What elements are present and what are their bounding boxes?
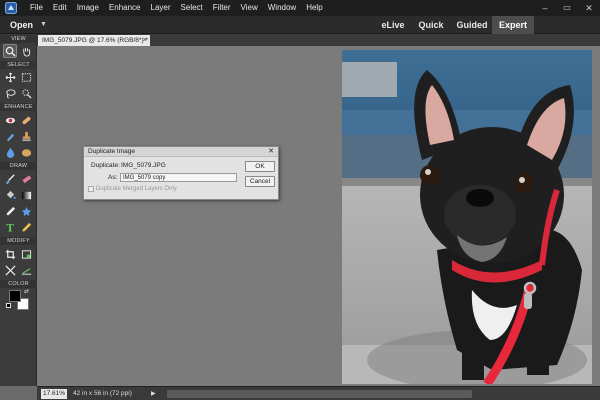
gradient-tool-icon[interactable]: [19, 188, 33, 202]
open-button[interactable]: Open: [10, 16, 33, 34]
tab-expert[interactable]: Expert: [492, 16, 534, 34]
custom-shape-tool-icon[interactable]: [19, 204, 33, 218]
menu-layer[interactable]: Layer: [146, 0, 176, 16]
red-eye-tool-icon[interactable]: [3, 113, 17, 127]
section-select-label: SELECT: [0, 61, 37, 69]
menu-view[interactable]: View: [236, 0, 263, 16]
photoshop-elements-window: File Edit Image Enhance Layer Select Fil…: [0, 0, 600, 400]
dialog-title: Duplicate Image: [88, 148, 135, 155]
brush-tool-icon[interactable]: [3, 172, 17, 186]
app-logo-icon: [3, 1, 19, 15]
section-enhance-label: ENHANCE: [0, 103, 37, 111]
spot-healing-tool-icon[interactable]: [19, 113, 33, 127]
section-draw-label: DRAW: [0, 162, 37, 170]
document-tab[interactable]: IMG_5079.JPG @ 17.6% (RGB/8*) * ×: [38, 35, 150, 46]
menu-window[interactable]: Window: [263, 0, 301, 16]
section-view-label: VIEW: [0, 35, 37, 43]
document-image[interactable]: [342, 50, 592, 384]
paint-bucket-tool-icon[interactable]: [3, 188, 17, 202]
straighten-tool-icon[interactable]: [19, 263, 33, 277]
default-colors-icon[interactable]: [6, 303, 11, 308]
zoom-field[interactable]: 17.61%: [41, 389, 67, 399]
crop-tool-icon[interactable]: [3, 247, 17, 261]
duplicate-value: IMG_5079.JPG: [121, 162, 166, 169]
tab-quick[interactable]: Quick: [414, 16, 448, 34]
dialog-close-icon[interactable]: ✕: [268, 147, 274, 157]
section-modify-label: MODIFY: [0, 237, 37, 245]
section-color-label: COLOR: [0, 280, 37, 288]
marquee-tool-icon[interactable]: [19, 70, 33, 84]
menu-image[interactable]: Image: [72, 0, 104, 16]
status-bar: 17.61% 42 in x 56 in (72 ppi) ▶: [37, 386, 600, 400]
blur-tool-icon[interactable]: [3, 145, 17, 159]
duplicate-label: Duplicate:: [91, 162, 120, 169]
doc-info-menu-icon[interactable]: ▶: [151, 389, 156, 399]
menu-edit[interactable]: Edit: [48, 0, 72, 16]
duplicate-image-dialog: Duplicate Image ✕ Duplicate: IMG_5079.JP…: [83, 146, 279, 200]
sponge-tool-icon[interactable]: [19, 145, 33, 159]
document-info: 42 in x 56 in (72 ppi): [73, 390, 132, 397]
foreground-color-swatch[interactable]: [9, 290, 21, 302]
zoom-tool-icon[interactable]: [3, 44, 17, 58]
clone-stamp-tool-icon[interactable]: [19, 129, 33, 143]
tab-guided[interactable]: Guided: [452, 16, 492, 34]
merged-layers-checkbox[interactable]: [88, 186, 94, 192]
move-tool-icon[interactable]: [3, 70, 17, 84]
content-aware-move-tool-icon[interactable]: [3, 263, 17, 277]
tab-elive[interactable]: eLive: [372, 16, 414, 34]
menu-enhance[interactable]: Enhance: [104, 0, 146, 16]
type-tool-icon[interactable]: T: [3, 220, 17, 234]
cancel-button[interactable]: Cancel: [245, 176, 275, 187]
document-tab-row: IMG_5079.JPG @ 17.6% (RGB/8*) * ×: [37, 34, 600, 46]
toolbox: VIEW SELECT ENHANCE DRAW T MODIFY COLOR …: [0, 34, 37, 386]
menu-bar: File Edit Image Enhance Layer Select Fil…: [0, 0, 600, 16]
horizontal-scrollbar[interactable]: [167, 390, 472, 398]
close-tab-icon[interactable]: ×: [143, 35, 147, 46]
minimize-icon[interactable]: –: [534, 0, 556, 16]
open-dropdown-icon[interactable]: ▼: [40, 16, 47, 34]
as-name-input[interactable]: IMG_5079 copy: [120, 173, 237, 182]
mode-bar: Open ▼ eLive Quick Guided Expert: [0, 16, 600, 34]
eraser-tool-icon[interactable]: [19, 172, 33, 186]
smart-brush-tool-icon[interactable]: [3, 129, 17, 143]
swap-colors-icon[interactable]: ⇄: [24, 288, 29, 295]
menu-file[interactable]: File: [25, 0, 48, 16]
pencil-tool-icon[interactable]: [19, 220, 33, 234]
merged-layers-label: Duplicate Merged Layers Only: [96, 186, 177, 192]
close-window-icon[interactable]: ✕: [578, 0, 600, 16]
menu-select[interactable]: Select: [176, 0, 208, 16]
quick-selection-tool-icon[interactable]: [19, 86, 33, 100]
svg-text:T: T: [6, 223, 14, 232]
maximize-icon[interactable]: ▭: [556, 0, 578, 16]
as-label: As:: [108, 174, 118, 181]
menu-help[interactable]: Help: [301, 0, 327, 16]
dialog-titlebar[interactable]: Duplicate Image ✕: [84, 147, 278, 157]
ok-button[interactable]: OK: [245, 161, 275, 172]
menu-filter[interactable]: Filter: [208, 0, 236, 16]
lasso-tool-icon[interactable]: [3, 86, 17, 100]
document-tab-title: IMG_5079.JPG @ 17.6% (RGB/8*) *: [42, 37, 148, 44]
recompose-tool-icon[interactable]: [19, 247, 33, 261]
hand-tool-icon[interactable]: [19, 44, 33, 58]
eyedropper-tool-icon[interactable]: [3, 204, 17, 218]
